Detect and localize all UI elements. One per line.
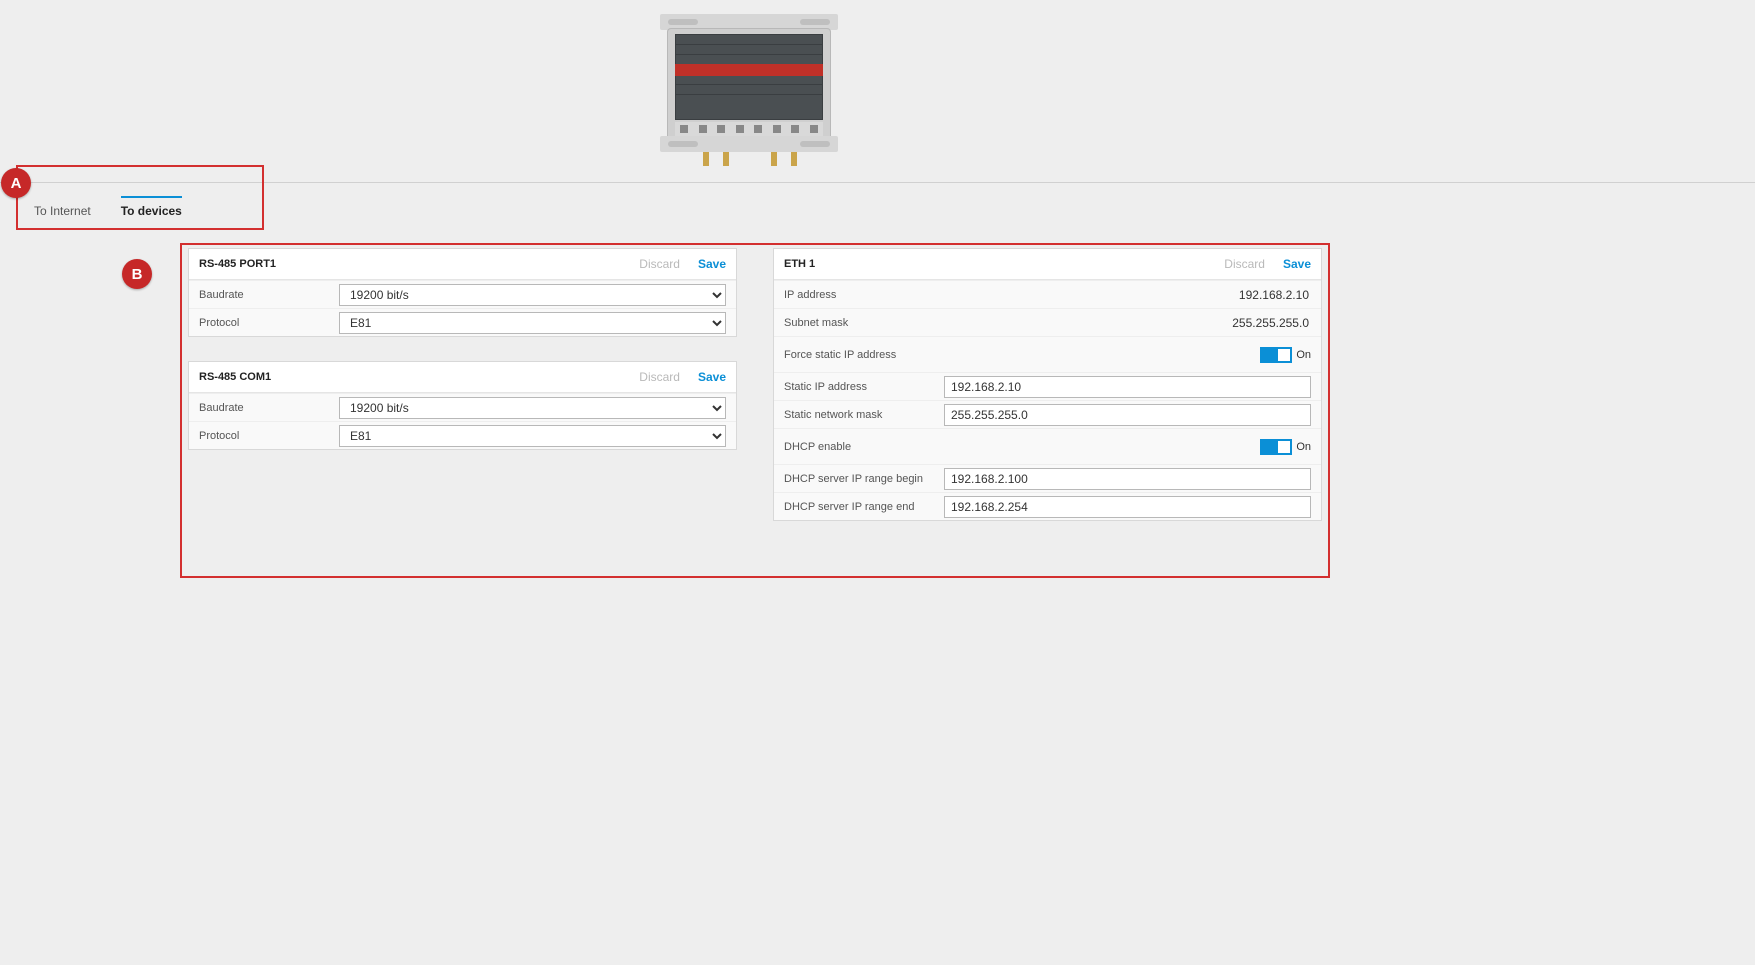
panel-eth1: ETH 1 Discard Save IP address 192.168.2.… — [773, 248, 1322, 521]
ip-address-label: IP address — [784, 289, 944, 301]
callout-badge-a: A — [1, 168, 31, 198]
page-root: A To Internet To devices B RS-485 PORT1 … — [0, 0, 1755, 965]
device-image — [660, 14, 838, 166]
panel-title-rs485-com1: RS-485 COM1 — [199, 371, 271, 383]
discard-button-rs485-com1[interactable]: Discard — [639, 370, 680, 384]
ip-address-value: 192.168.2.10 — [944, 288, 1311, 302]
baudrate-label-port1: Baudrate — [199, 289, 339, 301]
save-button-rs485-port1[interactable]: Save — [698, 257, 726, 271]
right-column: ETH 1 Discard Save IP address 192.168.2.… — [773, 248, 1322, 545]
panel-title-eth1: ETH 1 — [784, 258, 815, 270]
static-mask-input[interactable] — [944, 404, 1311, 426]
tab-to-devices[interactable]: To devices — [119, 192, 184, 222]
save-button-eth1[interactable]: Save — [1283, 257, 1311, 271]
static-mask-label: Static network mask — [784, 409, 944, 421]
dhcp-enable-state: On — [1296, 441, 1311, 453]
subnet-mask-value: 255.255.255.0 — [944, 316, 1311, 330]
protocol-label-port1: Protocol — [199, 317, 339, 329]
panels-container: RS-485 PORT1 Discard Save Baudrate 19200… — [188, 248, 1322, 545]
subnet-mask-label: Subnet mask — [784, 317, 944, 329]
baudrate-select-port1[interactable]: 19200 bit/s — [339, 284, 726, 306]
static-ip-label: Static IP address — [784, 381, 944, 393]
static-ip-input[interactable] — [944, 376, 1311, 398]
dhcp-enable-label: DHCP enable — [784, 441, 944, 453]
dhcp-end-input[interactable] — [944, 496, 1311, 518]
protocol-select-port1[interactable]: E81 — [339, 312, 726, 334]
dhcp-begin-label: DHCP server IP range begin — [784, 473, 944, 485]
dhcp-begin-input[interactable] — [944, 468, 1311, 490]
baudrate-select-com1[interactable]: 19200 bit/s — [339, 397, 726, 419]
panel-rs485-port1: RS-485 PORT1 Discard Save Baudrate 19200… — [188, 248, 737, 337]
force-static-state: On — [1296, 349, 1311, 361]
content-area: A To Internet To devices B RS-485 PORT1 … — [16, 183, 1755, 965]
protocol-label-com1: Protocol — [199, 430, 339, 442]
left-column: RS-485 PORT1 Discard Save Baudrate 19200… — [188, 248, 737, 545]
callout-badge-b: B — [122, 259, 152, 289]
force-static-label: Force static IP address — [784, 349, 944, 361]
protocol-select-com1[interactable]: E81 — [339, 425, 726, 447]
discard-button-rs485-port1[interactable]: Discard — [639, 257, 680, 271]
discard-button-eth1[interactable]: Discard — [1224, 257, 1265, 271]
force-static-toggle[interactable] — [1260, 347, 1292, 363]
panel-title-rs485-port1: RS-485 PORT1 — [199, 258, 276, 270]
tab-to-internet[interactable]: To Internet — [32, 192, 93, 222]
tabs-highlight-box: To Internet To devices — [16, 165, 264, 230]
baudrate-label-com1: Baudrate — [199, 402, 339, 414]
save-button-rs485-com1[interactable]: Save — [698, 370, 726, 384]
device-banner — [0, 0, 1755, 183]
dhcp-end-label: DHCP server IP range end — [784, 501, 944, 513]
dhcp-enable-toggle[interactable] — [1260, 439, 1292, 455]
panel-rs485-com1: RS-485 COM1 Discard Save Baudrate 19200 … — [188, 361, 737, 450]
